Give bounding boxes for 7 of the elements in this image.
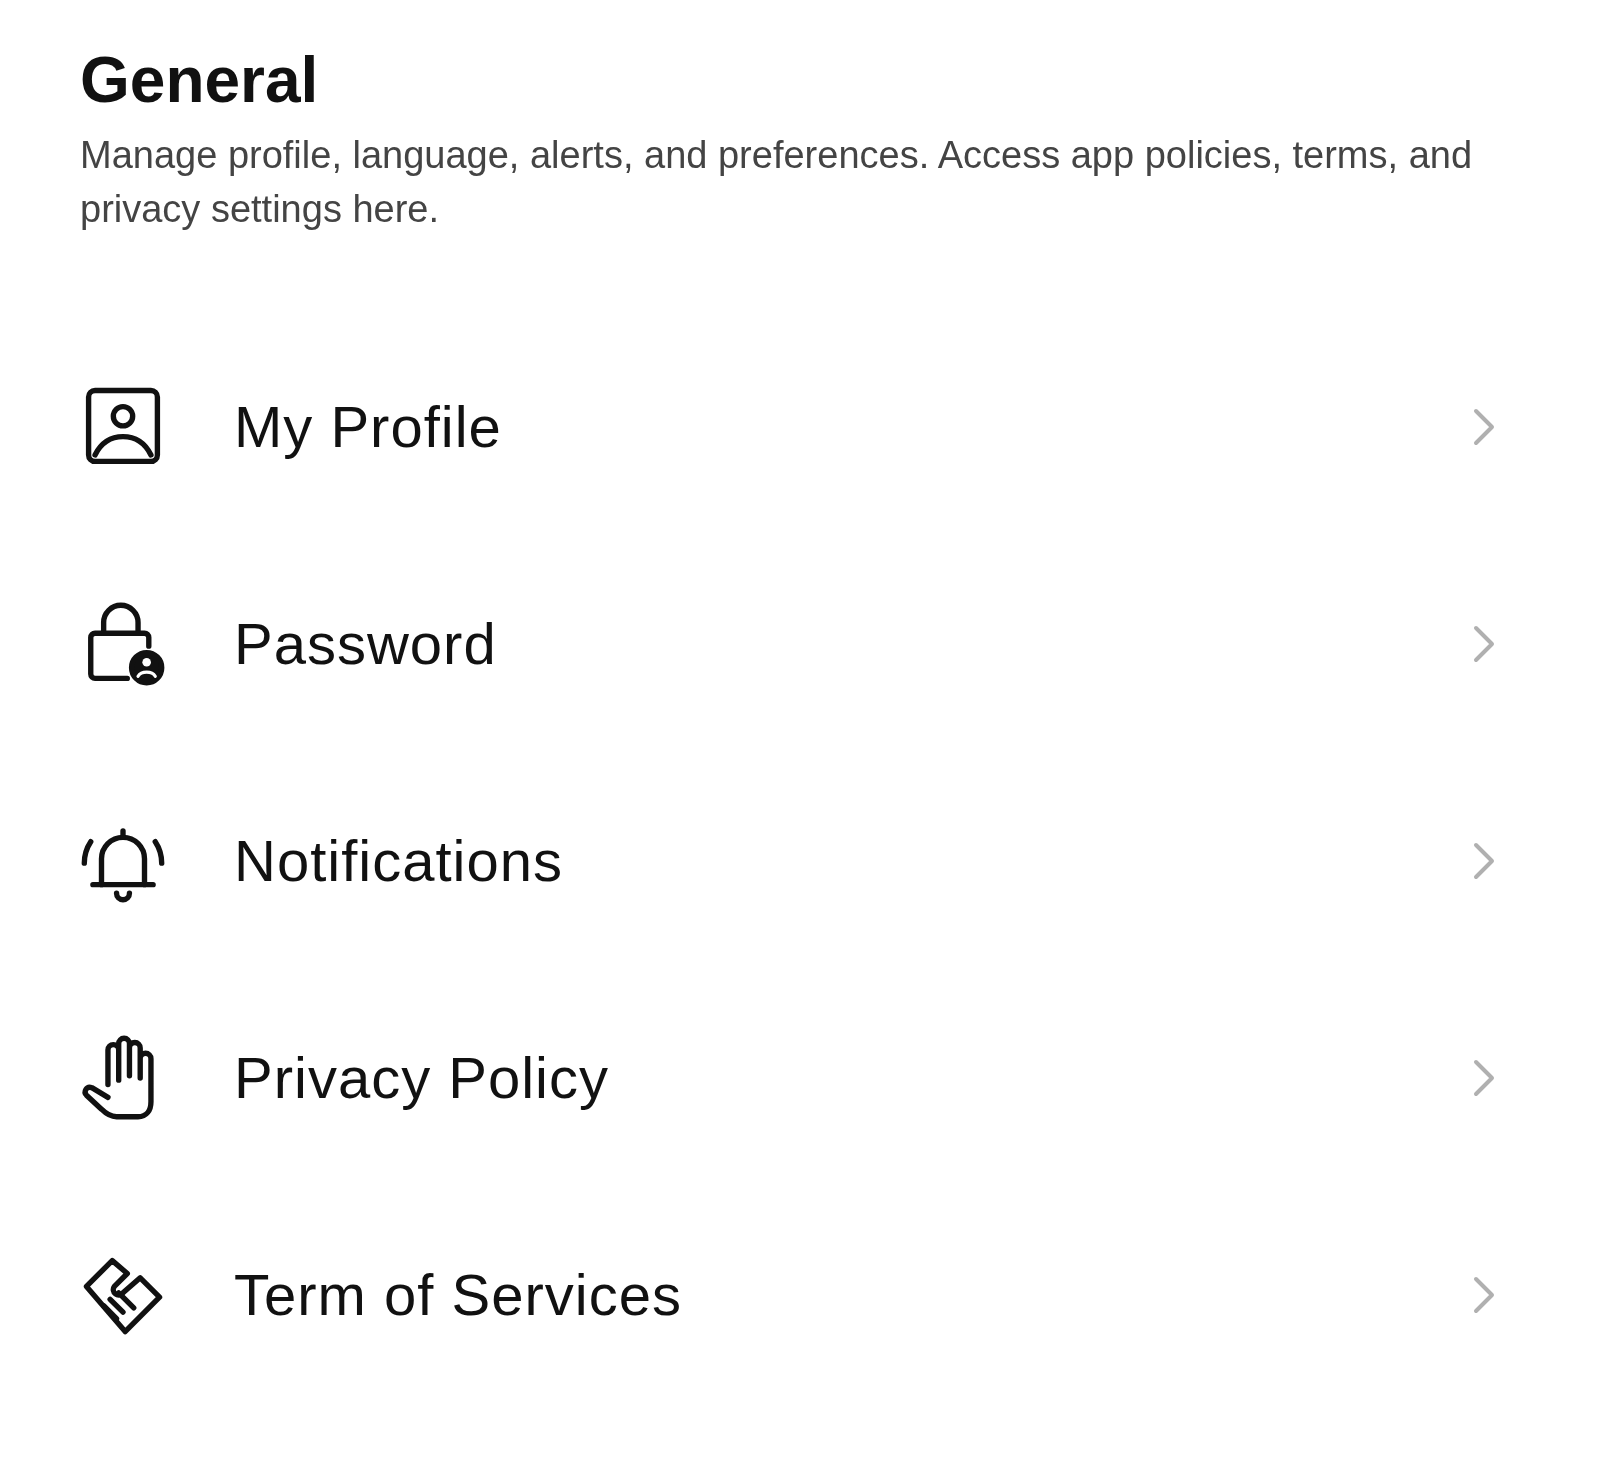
settings-item[interactable]: Term of Services [80, 1186, 1500, 1403]
settings-item[interactable]: My Profile [80, 318, 1500, 535]
page-description: Manage profile, language, alerts, and preferences. Access app policies, terms, and privacy settings here. [80, 133, 1474, 232]
page-title: General [80, 43, 320, 118]
settings-item[interactable]: Privacy Policy [80, 969, 1500, 1186]
settings-item[interactable]: Notifications [80, 752, 1500, 969]
settings-item[interactable]: Password [80, 535, 1500, 752]
